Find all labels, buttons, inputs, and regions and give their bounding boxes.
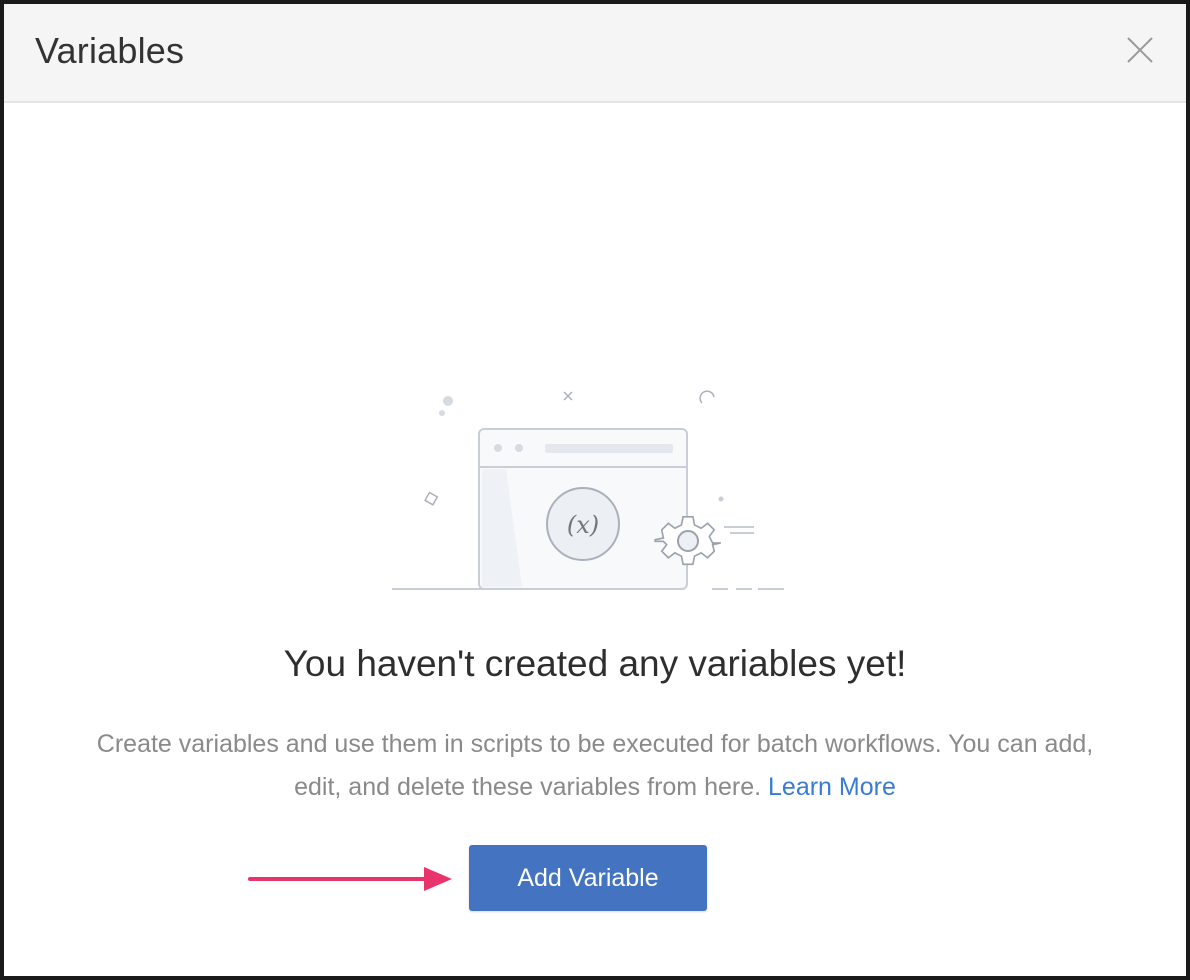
modal-body: (x) You haven't created any variables ye… [4, 103, 1186, 976]
modal-header: Variables [4, 4, 1186, 103]
empty-state-description: Create variables and use them in scripts… [24, 723, 1166, 809]
annotation-arrow-icon [248, 867, 452, 891]
modal-title: Variables [35, 30, 185, 71]
learn-more-link[interactable]: Learn More [768, 773, 896, 801]
add-variable-button[interactable]: Add Variable [469, 845, 707, 911]
close-icon [1127, 37, 1153, 63]
description-line-1: Create variables and use them in scripts… [96, 730, 1094, 758]
formula-symbol: (x) [567, 511, 599, 539]
variable-window-gear-illustration: (x) [392, 390, 784, 590]
empty-state-heading: You haven't created any variables yet! [283, 643, 907, 684]
description-line-2: edit, and delete these variables from he… [294, 773, 762, 801]
close-button[interactable] [1122, 32, 1158, 68]
variables-modal: Variables (x) You haven't created any va… [0, 0, 1190, 980]
